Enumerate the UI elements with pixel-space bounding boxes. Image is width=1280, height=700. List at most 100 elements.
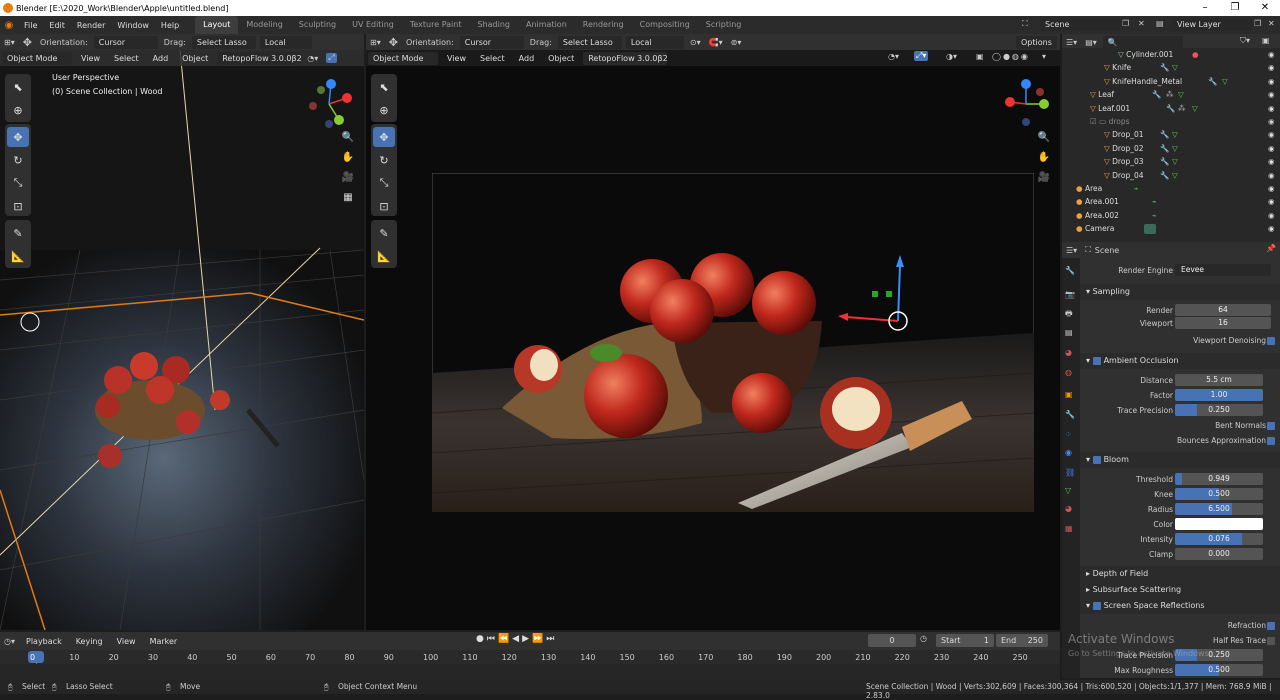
cursor-icon[interactable]: ⊕	[373, 100, 395, 120]
eye-icon[interactable]: ◉	[1268, 115, 1275, 128]
close-icon[interactable]: ✕	[1250, 0, 1280, 16]
output-tab-icon[interactable]: 🖶	[1065, 308, 1073, 322]
bloom-section[interactable]: ▾ Bloom	[1080, 452, 1280, 468]
orientation-dropdown[interactable]: Cursor	[459, 35, 524, 49]
outliner-editor-icon[interactable]: ☰▾	[1066, 38, 1077, 47]
timeline[interactable]: ◷▾ Playback Keying View Marker ●⏮⏪◀▶⏩⏭ 0…	[0, 632, 1060, 680]
constraints-tab-icon[interactable]: ⛓	[1065, 468, 1075, 477]
rotate-icon[interactable]: ↻	[7, 150, 29, 170]
minimize-icon[interactable]: –	[1190, 0, 1220, 16]
new-collection-icon[interactable]: ▣	[1262, 36, 1270, 45]
editor-type-icon[interactable]: ⊞▾	[4, 38, 15, 47]
measure-icon[interactable]: 📐	[373, 246, 395, 266]
outliner-search-field[interactable]: 🔍	[1102, 35, 1183, 49]
outliner-row[interactable]: ▽ Leaf.001 🔧 ⁂ ▽ ◉	[1062, 102, 1280, 115]
menu-playback[interactable]: Playback	[21, 635, 67, 648]
gizmo-icon[interactable]: ⤢	[326, 53, 337, 63]
menu-help[interactable]: Help	[155, 21, 185, 30]
delete-scene-icon[interactable]: ✕	[1138, 19, 1145, 28]
shading-options-icon[interactable]: ▾	[1042, 52, 1046, 61]
right-viewport[interactable]: Object Mode View Select Add Object Retop…	[366, 50, 1060, 630]
tab-sculpting[interactable]: Sculpting	[291, 16, 344, 34]
menu-render[interactable]: Render	[71, 21, 111, 30]
particles-tab-icon[interactable]: ⁘	[1065, 430, 1072, 439]
eye-icon[interactable]: ◉	[1268, 48, 1275, 61]
outliner-row[interactable]: ▽ Drop_02 🔧 ▽ ◉	[1062, 142, 1280, 155]
transform-icon[interactable]: ⊡	[7, 196, 29, 216]
outliner-row[interactable]: ▽ KnifeHandle_Metal 🔧 ▽ ◉	[1062, 75, 1280, 88]
bloom-checkbox[interactable]	[1092, 455, 1101, 464]
scene-tab-icon[interactable]: ◕	[1065, 348, 1072, 357]
eye-icon[interactable]: ◉	[1268, 128, 1275, 141]
data-tab-icon[interactable]: ▽	[1065, 486, 1071, 495]
object-tab-icon[interactable]: ▣	[1065, 390, 1073, 399]
render-samples-field[interactable]: 64	[1175, 304, 1271, 316]
move-icon[interactable]: ✥	[7, 127, 29, 147]
menu-add[interactable]: Add	[514, 52, 540, 65]
eye-icon[interactable]: ◉	[1268, 102, 1275, 115]
grid-view-icon[interactable]: ▦	[341, 191, 355, 205]
retopoflow-dropdown[interactable]: RetopoFlow 3.0.0β2	[583, 51, 668, 65]
material-tab-icon[interactable]: ◕	[1065, 504, 1072, 513]
options-dropdown[interactable]: Options	[1016, 36, 1057, 49]
ao-checkbox[interactable]	[1092, 356, 1101, 365]
scene-selector[interactable]: Scene	[1040, 18, 1120, 31]
overlay-icon[interactable]: ◑▾	[946, 52, 957, 61]
sampling-section[interactable]: ▾ Sampling	[1080, 284, 1280, 300]
ao-factor-slider[interactable]: 1.00	[1175, 389, 1263, 401]
clock-icon[interactable]: ◷	[920, 634, 927, 643]
menu-view[interactable]: View	[76, 52, 105, 65]
world-tab-icon[interactable]: ◍	[1065, 368, 1072, 377]
bloom-threshold-slider[interactable]: 0.949	[1175, 473, 1263, 485]
cursor-icon[interactable]: ⊕	[7, 100, 29, 120]
menu-marker[interactable]: Marker	[145, 635, 183, 648]
max-roughness-slider[interactable]: 0.500	[1175, 664, 1263, 676]
visibility-icon[interactable]: ◔▾	[307, 54, 318, 63]
transform-gizmo[interactable]	[836, 255, 926, 345]
eye-icon[interactable]: ◉	[1268, 61, 1275, 74]
pan-hand-icon[interactable]: ✋	[1037, 151, 1051, 165]
eye-icon[interactable]: ◉	[1268, 222, 1275, 235]
transform-dropdown[interactable]: Local	[625, 35, 684, 49]
outliner-row[interactable]: ☑ ▭ drops ◉	[1062, 115, 1280, 128]
drag-dropdown[interactable]: Select Lasso	[191, 35, 256, 49]
mode-dropdown[interactable]: Object Mode	[2, 51, 72, 65]
delete-view-layer-icon[interactable]: ✕	[1268, 19, 1275, 28]
tab-texture-paint[interactable]: Texture Paint	[402, 16, 470, 34]
navigation-gizmo[interactable]	[303, 78, 355, 130]
bloom-radius-slider[interactable]: 6.500	[1175, 503, 1263, 515]
move-icon[interactable]: ✥	[373, 127, 395, 147]
tab-layout[interactable]: Layout	[195, 16, 239, 34]
menu-keying[interactable]: Keying	[71, 635, 108, 648]
ssr-section[interactable]: ▾ Screen Space Reflections	[1080, 598, 1280, 614]
eye-icon[interactable]: ◉	[1268, 209, 1275, 222]
outliner-row[interactable]: ▽ Cylinder.001 ● ◉	[1062, 48, 1280, 61]
gizmo-icon[interactable]: ⤢▾	[914, 51, 929, 61]
xray-icon[interactable]: ▣	[976, 52, 984, 61]
outliner-row[interactable]: ● Camera ◉	[1062, 222, 1280, 235]
properties-editor-icon[interactable]: ☰▾	[1066, 246, 1077, 255]
physics-tab-icon[interactable]: ◉	[1065, 448, 1072, 457]
measure-icon[interactable]: 📐	[7, 246, 29, 266]
texture-tab-icon[interactable]: ▦	[1065, 524, 1073, 533]
eye-icon[interactable]: ◉	[1268, 195, 1275, 208]
tool-tab-icon[interactable]: 🔧	[1065, 266, 1075, 275]
proportional-edit-icon[interactable]: ⊚▾	[731, 38, 742, 47]
outliner-row[interactable]: ▽ Drop_03 🔧 ▽ ◉	[1062, 155, 1280, 168]
menu-object[interactable]: Object	[177, 52, 213, 65]
eye-icon[interactable]: ◉	[1268, 169, 1275, 182]
filter-icon[interactable]: ⛉▾	[1240, 36, 1250, 46]
pan-hand-icon[interactable]: ✋	[341, 151, 355, 165]
transform-icon[interactable]: ⊡	[373, 196, 395, 216]
menu-view[interactable]: View	[112, 635, 141, 648]
bloom-clamp-field[interactable]: 0.000	[1175, 548, 1263, 560]
visibility-icon[interactable]: ◔▾	[888, 52, 899, 61]
outliner-row[interactable]: ▽ Drop_01 🔧 ▽ ◉	[1062, 128, 1280, 141]
select-cursor-icon[interactable]: ⬉	[7, 77, 29, 97]
eye-icon[interactable]: ◉	[1268, 142, 1275, 155]
mode-dropdown[interactable]: Object Mode	[368, 51, 438, 65]
select-cursor-icon[interactable]: ⬉	[373, 77, 395, 97]
new-scene-icon[interactable]: ❐	[1122, 19, 1129, 28]
eye-icon[interactable]: ◉	[1268, 88, 1275, 101]
render-engine-dropdown[interactable]: Eevee	[1175, 264, 1271, 276]
